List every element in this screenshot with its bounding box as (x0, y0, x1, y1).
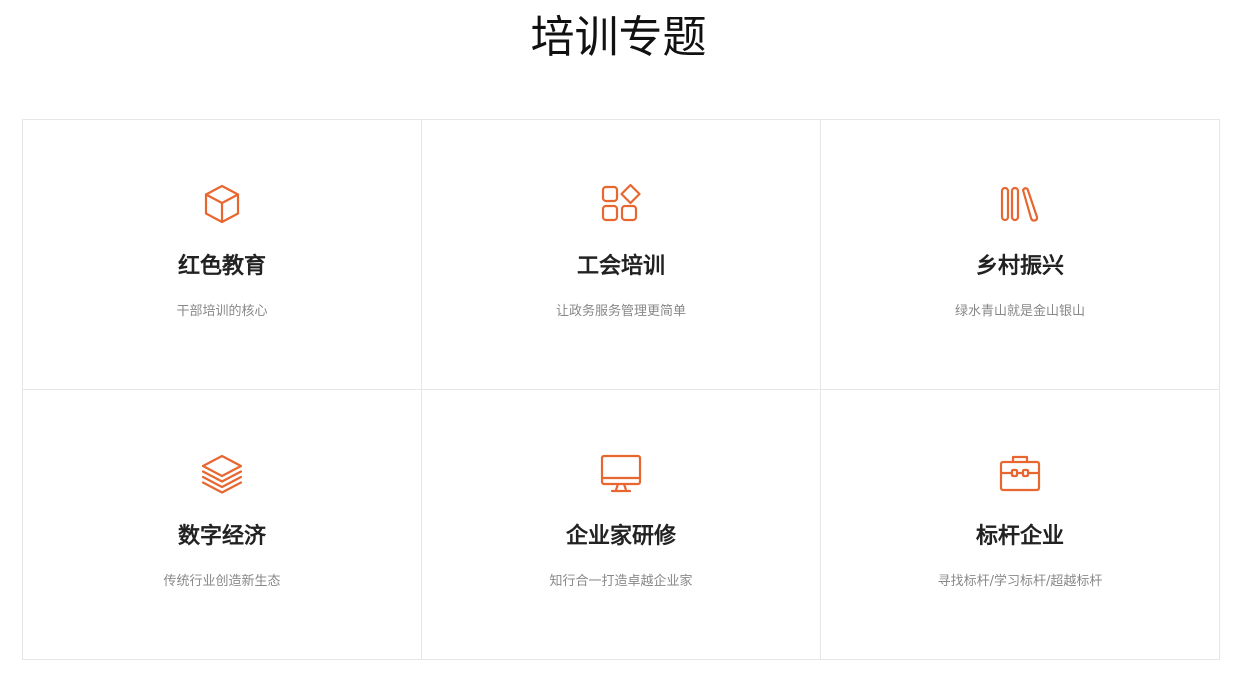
toolbox-icon (998, 452, 1042, 496)
monitor-icon (599, 452, 643, 496)
apps-grid-icon (599, 182, 643, 226)
page-title: 培训专题 (530, 12, 707, 63)
topic-subtitle: 让政务服务管理更简单 (555, 304, 686, 319)
topic-card-red-education[interactable]: 红色教育 干部培训的核心 (23, 120, 422, 390)
topic-subtitle: 传统行业创造新生态 (163, 574, 281, 589)
topic-card-benchmark-enterprise[interactable]: 标杆企业 寻找标杆/学习标杆/超越标杆 (821, 390, 1219, 659)
books-icon (998, 182, 1042, 226)
topic-title: 企业家研修 (565, 524, 676, 549)
topic-card-entrepreneur-study[interactable]: 企业家研修 知行合一打造卓越企业家 (422, 390, 821, 659)
topic-subtitle: 绿水青山就是金山银山 (954, 304, 1085, 319)
cube-icon (200, 182, 244, 226)
topic-title: 数字经济 (177, 524, 266, 549)
topic-card-union-training[interactable]: 工会培训 让政务服务管理更简单 (422, 120, 821, 390)
topic-card-rural-revitalization[interactable]: 乡村振兴 绿水青山就是金山银山 (821, 120, 1219, 390)
topic-title: 红色教育 (177, 254, 266, 279)
topic-card-digital-economy[interactable]: 数字经济 传统行业创造新生态 (23, 390, 422, 659)
training-topics-grid: 红色教育 干部培训的核心 工会培训 让政务服务管理更简单 乡村振兴 绿水青山就是… (22, 119, 1220, 660)
topic-title: 工会培训 (576, 254, 665, 279)
topic-title: 乡村振兴 (975, 254, 1064, 279)
topic-title: 标杆企业 (975, 524, 1064, 549)
topic-subtitle: 寻找标杆/学习标杆/超越标杆 (937, 574, 1103, 589)
topic-subtitle: 干部培训的核心 (176, 304, 268, 319)
layers-icon (200, 452, 244, 496)
topic-subtitle: 知行合一打造卓越企业家 (549, 574, 693, 589)
